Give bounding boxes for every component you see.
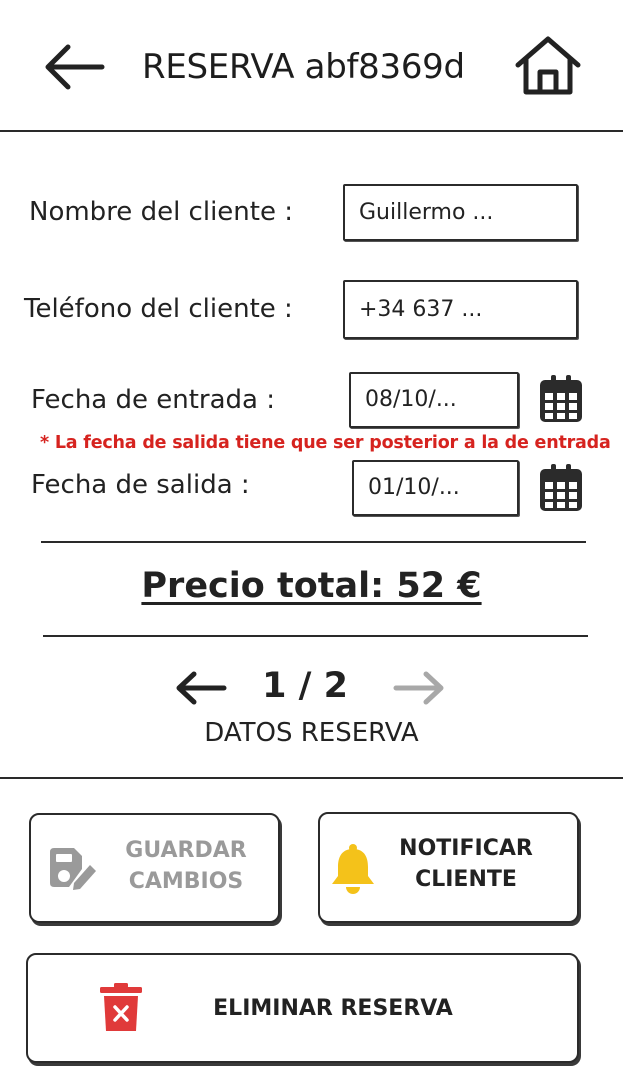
check-in-label: Fecha de entrada : [31,385,276,415]
client-name-field[interactable]: Guillermo ... [343,184,578,241]
notify-client-button[interactable]: NOTIFICAR CLIENTE [318,812,579,923]
save-edit-icon [50,848,96,890]
header-divider [0,130,623,132]
home-icon [515,36,581,95]
save-changes-button[interactable]: GUARDAR CAMBIOS [29,813,280,923]
next-page-button[interactable] [392,668,448,708]
delete-reservation-button[interactable]: ELIMINAR RESERVA [26,953,579,1063]
bell-icon [332,844,374,894]
save-label-line1: GUARDAR [125,838,247,863]
client-phone-value: +34 637 ... [359,296,483,322]
back-button[interactable] [40,42,106,92]
arrow-right-icon [393,671,444,705]
total-price-text: Precio total: 52 € [141,566,482,606]
actions-divider [0,777,623,779]
home-button[interactable] [512,34,584,100]
client-phone-label: Teléfono del cliente : [24,294,293,324]
date-error-message: * La fecha de salida tiene que ser poste… [40,433,611,453]
delete-label: ELIMINAR RESERVA [213,996,453,1021]
page-title: RESERVA abf8369d [142,47,465,87]
check-out-calendar-button[interactable] [539,464,583,512]
check-in-calendar-button[interactable] [539,375,583,423]
client-name-label: Nombre del cliente : [29,197,293,227]
check-out-field[interactable]: 01/10/... [352,460,519,516]
check-in-field[interactable]: 08/10/... [349,372,519,428]
check-in-value: 08/10/... [365,387,457,412]
calendar-icon [540,464,582,511]
notify-label-line2: CLIENTE [415,867,517,892]
check-out-label: Fecha de salida : [31,470,250,500]
section-title: DATOS RESERVA [204,718,419,748]
page-indicator: 1 / 2 [262,666,348,706]
notify-label-line1: NOTIFICAR [399,836,533,861]
total-price: Precio total: 52 € [0,566,623,606]
check-out-value: 01/10/... [368,475,460,500]
price-divider-top [41,541,586,543]
calendar-icon [540,375,582,422]
price-divider-bottom [43,635,588,637]
client-phone-field[interactable]: +34 637 ... [343,280,578,339]
arrow-left-icon [45,44,105,90]
client-name-value: Guillermo ... [359,199,494,225]
save-label-line2: CAMBIOS [128,869,244,894]
previous-page-button[interactable] [172,668,228,708]
trash-icon [100,983,142,1031]
arrow-left-icon [176,671,227,705]
